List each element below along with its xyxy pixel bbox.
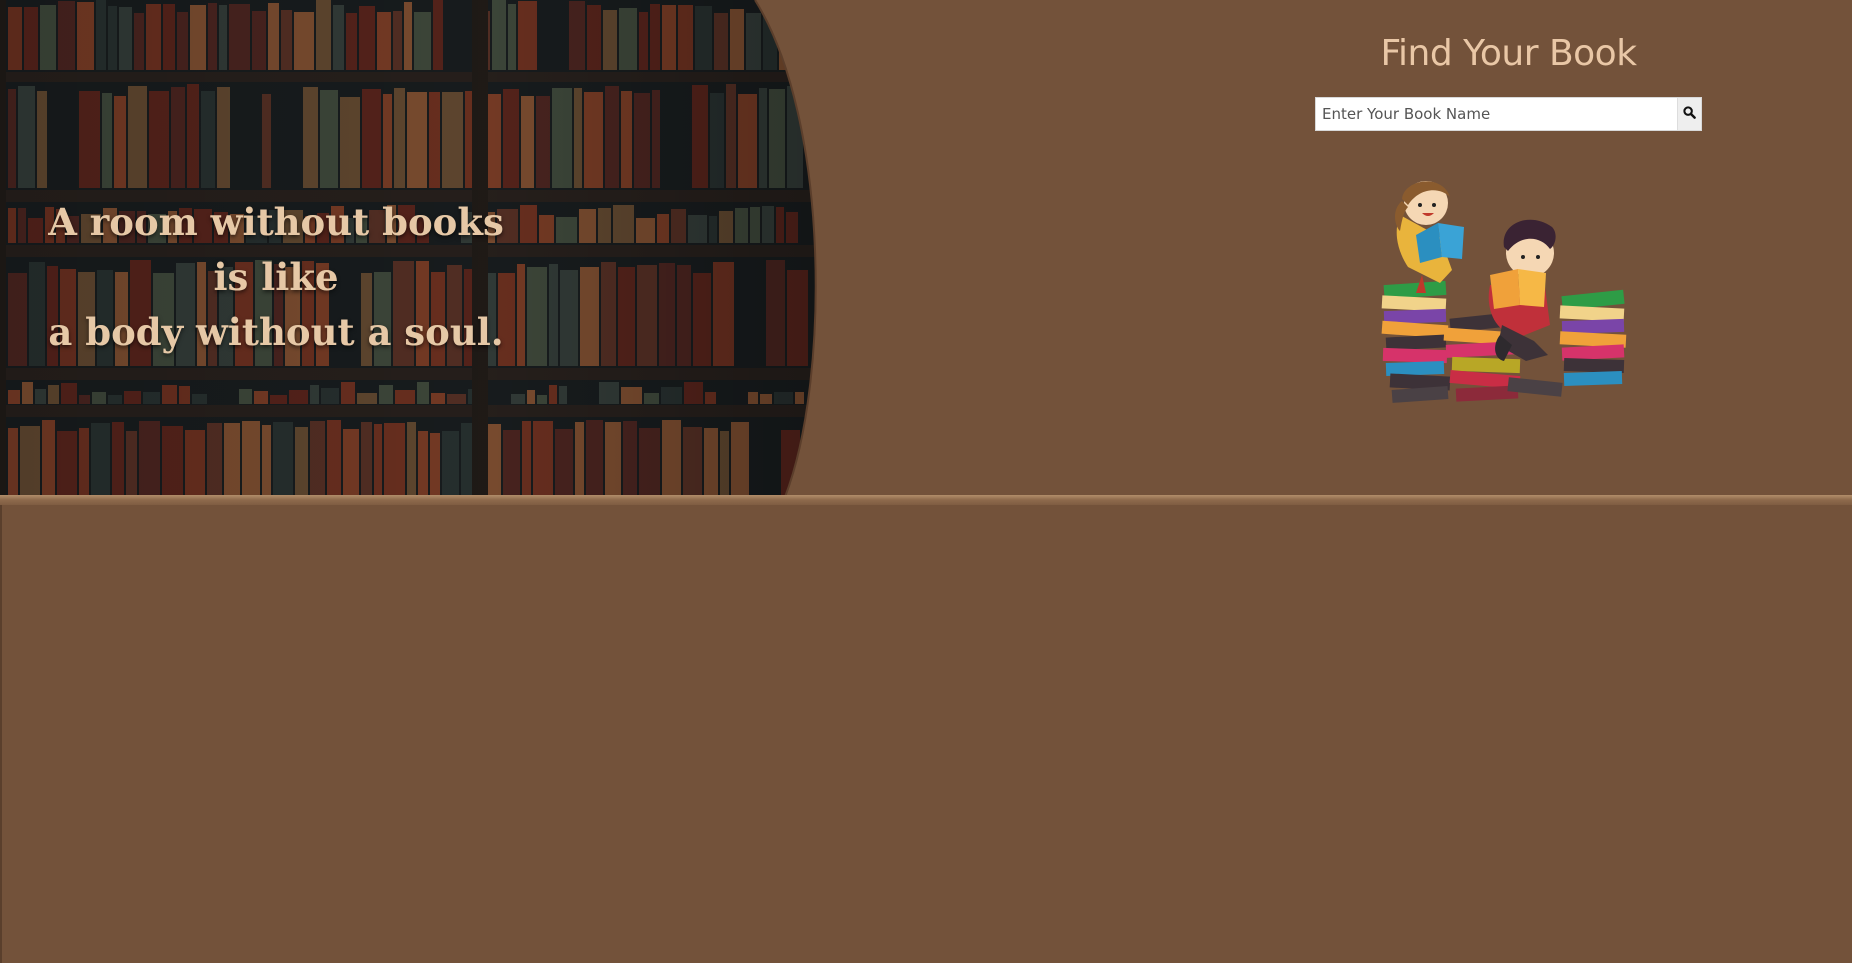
quote-line-1: A room without books is like [48,200,504,299]
kids-reading-illustration [1380,175,1640,420]
book-spine [798,6,813,70]
search-input[interactable] [1316,98,1677,130]
search-button[interactable] [1677,98,1701,130]
search-icon [1683,106,1696,122]
quote-line-2: a body without a soul. [48,310,504,354]
hero-section: A room without books is like a body with… [0,0,1852,497]
book-finder: Find Your Book [1315,28,1702,131]
search-bar [1315,97,1702,131]
page: A room without books is like a body with… [0,0,1852,963]
page-title: Find Your Book [1380,33,1637,74]
content-area [0,505,1852,963]
hero-quote: A room without books is like a body with… [30,195,522,360]
